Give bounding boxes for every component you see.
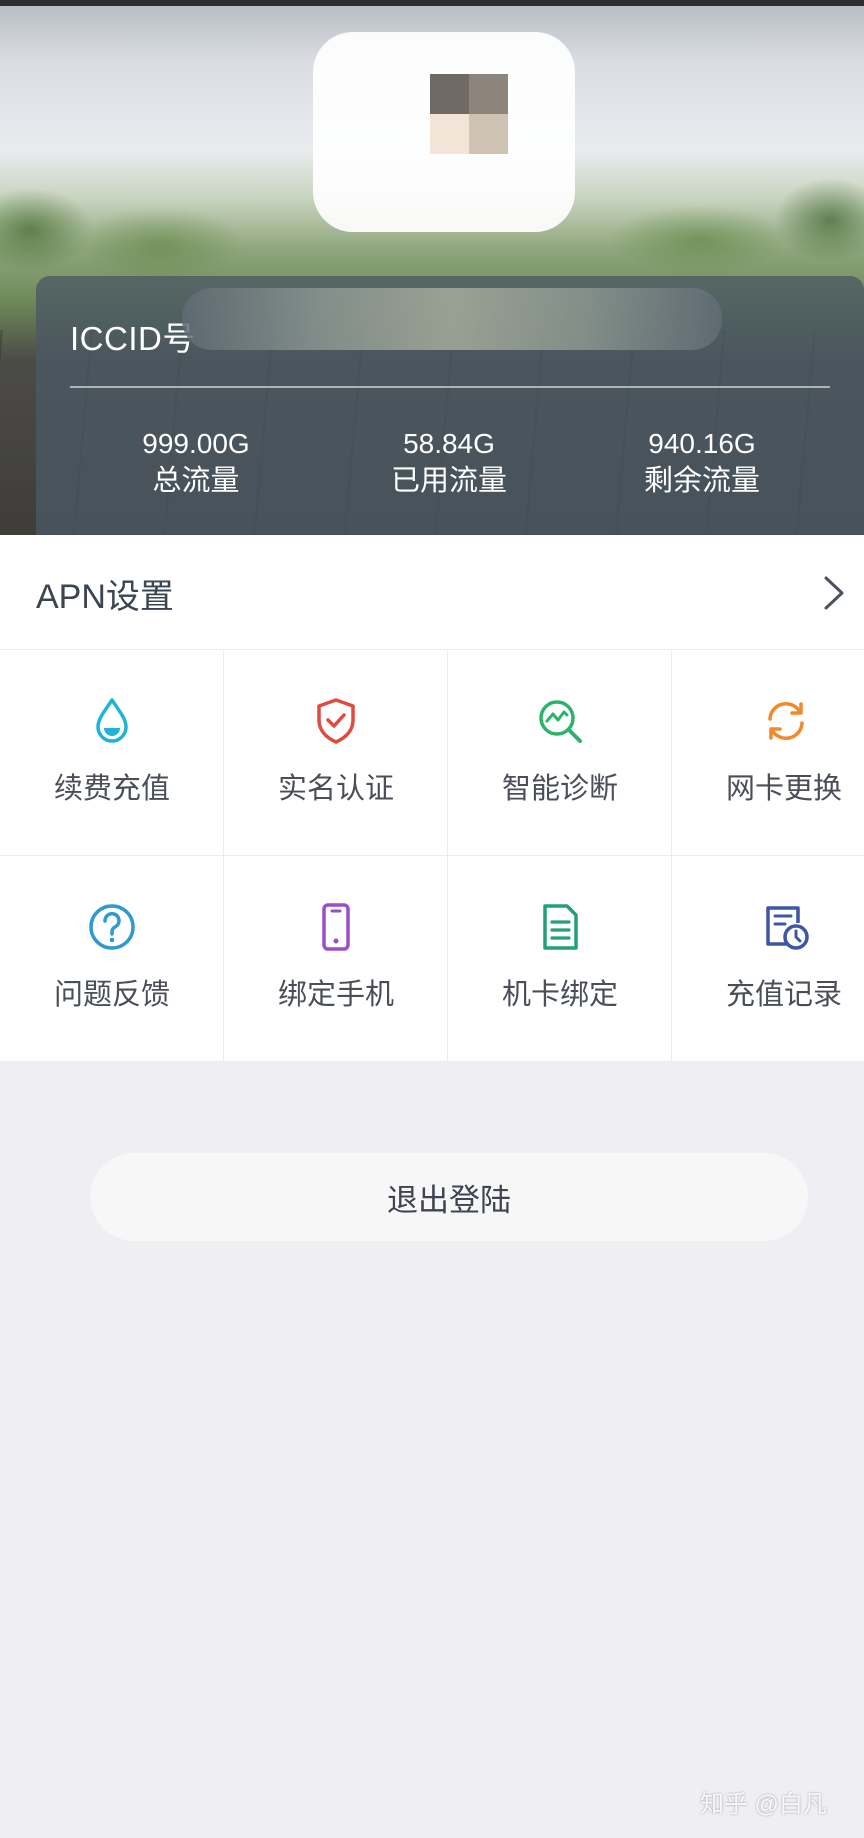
grid-item-label: 实名认证 (277, 773, 394, 805)
stat-remaining: 940.16G 剩余流量 (602, 426, 802, 500)
grid-item-label: 智能诊断 (501, 773, 618, 805)
card-divider (70, 386, 830, 388)
grid-item-label: 绑定手机 (277, 979, 394, 1011)
avatar[interactable] (430, 74, 508, 154)
apn-settings-label: APN设置 (36, 578, 174, 616)
grid-item-bind-phone[interactable]: 绑定手机 (224, 856, 448, 1062)
stat-used: 58.84G 已用流量 (349, 426, 549, 500)
iccid-label: ICCID号 (70, 320, 196, 357)
water-drop-icon (96, 698, 128, 743)
stat-used-label: 已用流量 (390, 465, 507, 497)
grid-item-card-binding[interactable]: 机卡绑定 (448, 856, 672, 1062)
iccid-value-redacted (182, 288, 722, 350)
refresh-icon (768, 702, 804, 740)
traffic-card: ICCID号 999.00G 总流量 58.84G 已用流量 940.16G 剩… (36, 276, 864, 535)
grid-item-diagnose[interactable]: 智能诊断 (448, 650, 672, 856)
stat-total-value: 999.00G (142, 428, 250, 459)
chevron-right-icon (824, 576, 844, 610)
grid-item-replace-card[interactable]: 网卡更换 (672, 650, 864, 856)
stat-total-label: 总流量 (152, 465, 240, 497)
feature-grid: 续费充值 实名认证 智能诊断 网卡更换 问题反馈 绑定手机 机卡绑定 充值记录 (0, 650, 864, 1062)
stat-remaining-label: 剩余流量 (643, 465, 760, 497)
shield-check-icon (317, 698, 355, 744)
grid-item-real-name[interactable]: 实名认证 (224, 650, 448, 856)
watermark: 知乎 @白凡 (700, 1791, 828, 1818)
logout-button[interactable]: 退出登陆 (90, 1153, 808, 1241)
grid-item-recharge-records[interactable]: 充值记录 (672, 856, 864, 1062)
stat-total: 999.00G 总流量 (96, 426, 296, 500)
grid-item-label: 问题反馈 (53, 979, 170, 1011)
diagnose-search-icon (539, 700, 582, 743)
phone-icon (322, 903, 350, 951)
stat-used-value: 58.84G (403, 428, 495, 459)
apn-settings-row[interactable]: APN设置 (0, 535, 864, 650)
grid-item-label: 网卡更换 (725, 773, 842, 805)
grid-item-label: 充值记录 (725, 979, 842, 1011)
calendar-clock-icon (766, 906, 809, 950)
grid-item-label: 机卡绑定 (501, 979, 618, 1011)
document-icon (543, 904, 578, 950)
grid-item-label: 续费充值 (53, 773, 170, 805)
stat-remaining-value: 940.16G (648, 428, 756, 459)
grid-item-renew[interactable]: 续费充值 (0, 650, 224, 856)
question-circle-icon (89, 904, 135, 950)
grid-item-feedback[interactable]: 问题反馈 (0, 856, 224, 1062)
